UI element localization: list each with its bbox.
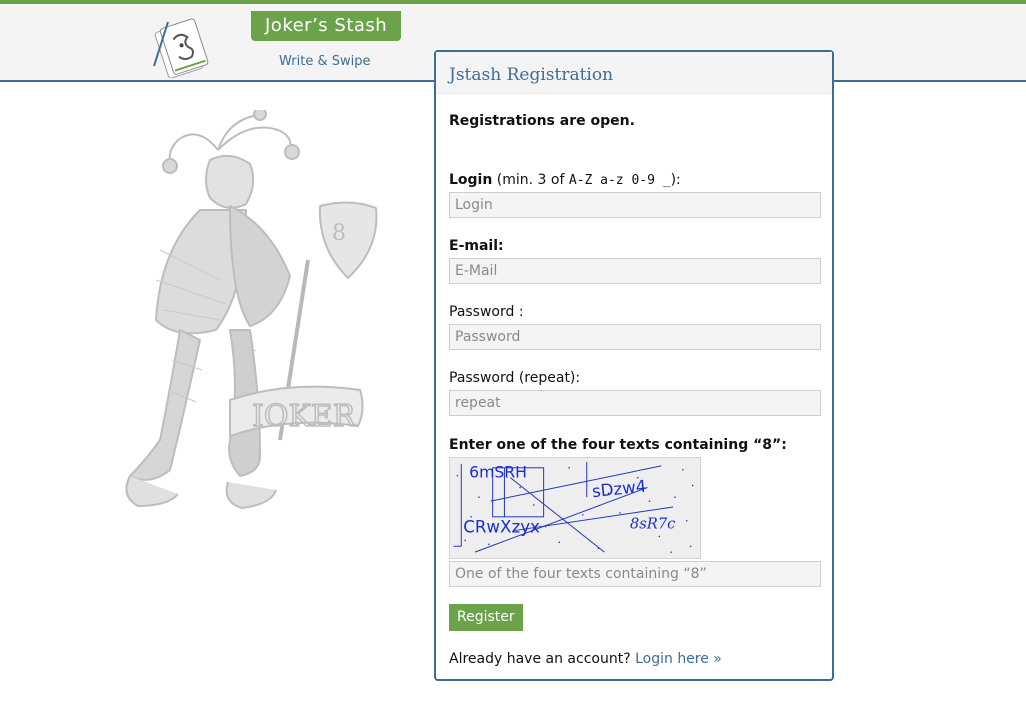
jester-illustration: 8 IOKER (125, 110, 378, 509)
panel-title: Jstash Registration (449, 65, 614, 85)
captcha-image: 6mSRH sDzw4 CRwXzyx 8sR7c (449, 457, 701, 559)
captcha-input[interactable] (449, 561, 821, 587)
login-label-row: Login (min. 3 of A-Z a-z 0-9 _): (449, 172, 681, 188)
captcha-text-4: 8sR7c (630, 516, 676, 533)
captcha-label: Enter one of the four texts containing “… (449, 437, 787, 453)
brand-name[interactable]: Joker’s Stash (251, 11, 402, 41)
login-label: Login (449, 172, 493, 188)
brand-tagline: Write & Swipe (279, 54, 371, 69)
svg-text:8: 8 (332, 221, 346, 246)
registration-panel: Jstash Registration Registrations are op… (434, 50, 834, 681)
captcha-text-3: CRwXzyx (463, 518, 540, 537)
login-hint-suffix: ): (670, 172, 681, 188)
login-hint-prefix: (min. 3 of (492, 172, 569, 188)
svg-text:IOKER: IOKER (252, 399, 357, 434)
password-input[interactable] (449, 324, 821, 350)
password-label: Password : (449, 304, 524, 320)
login-here-link[interactable]: Login here » (635, 651, 722, 667)
login-hint-chars: A-Z a-z 0-9 _ (568, 173, 671, 188)
password-repeat-label: Password (repeat): (449, 370, 581, 386)
login-prompt: Already have an account? Login here » (449, 651, 722, 667)
email-label-row: E-mail: (449, 238, 504, 254)
logo-cards-icon[interactable] (146, 14, 226, 78)
email-input[interactable] (449, 258, 821, 284)
captcha-text-1: 6mSRH (469, 463, 527, 482)
login-input[interactable] (449, 192, 821, 218)
register-button[interactable]: Register (449, 604, 523, 631)
email-label: E-mail: (449, 238, 504, 254)
password-repeat-input[interactable] (449, 390, 821, 416)
captcha-label-row: Enter one of the four texts containing “… (449, 437, 787, 453)
registration-status: Registrations are open. (449, 113, 635, 129)
login-prompt-text: Already have an account? (449, 651, 631, 667)
